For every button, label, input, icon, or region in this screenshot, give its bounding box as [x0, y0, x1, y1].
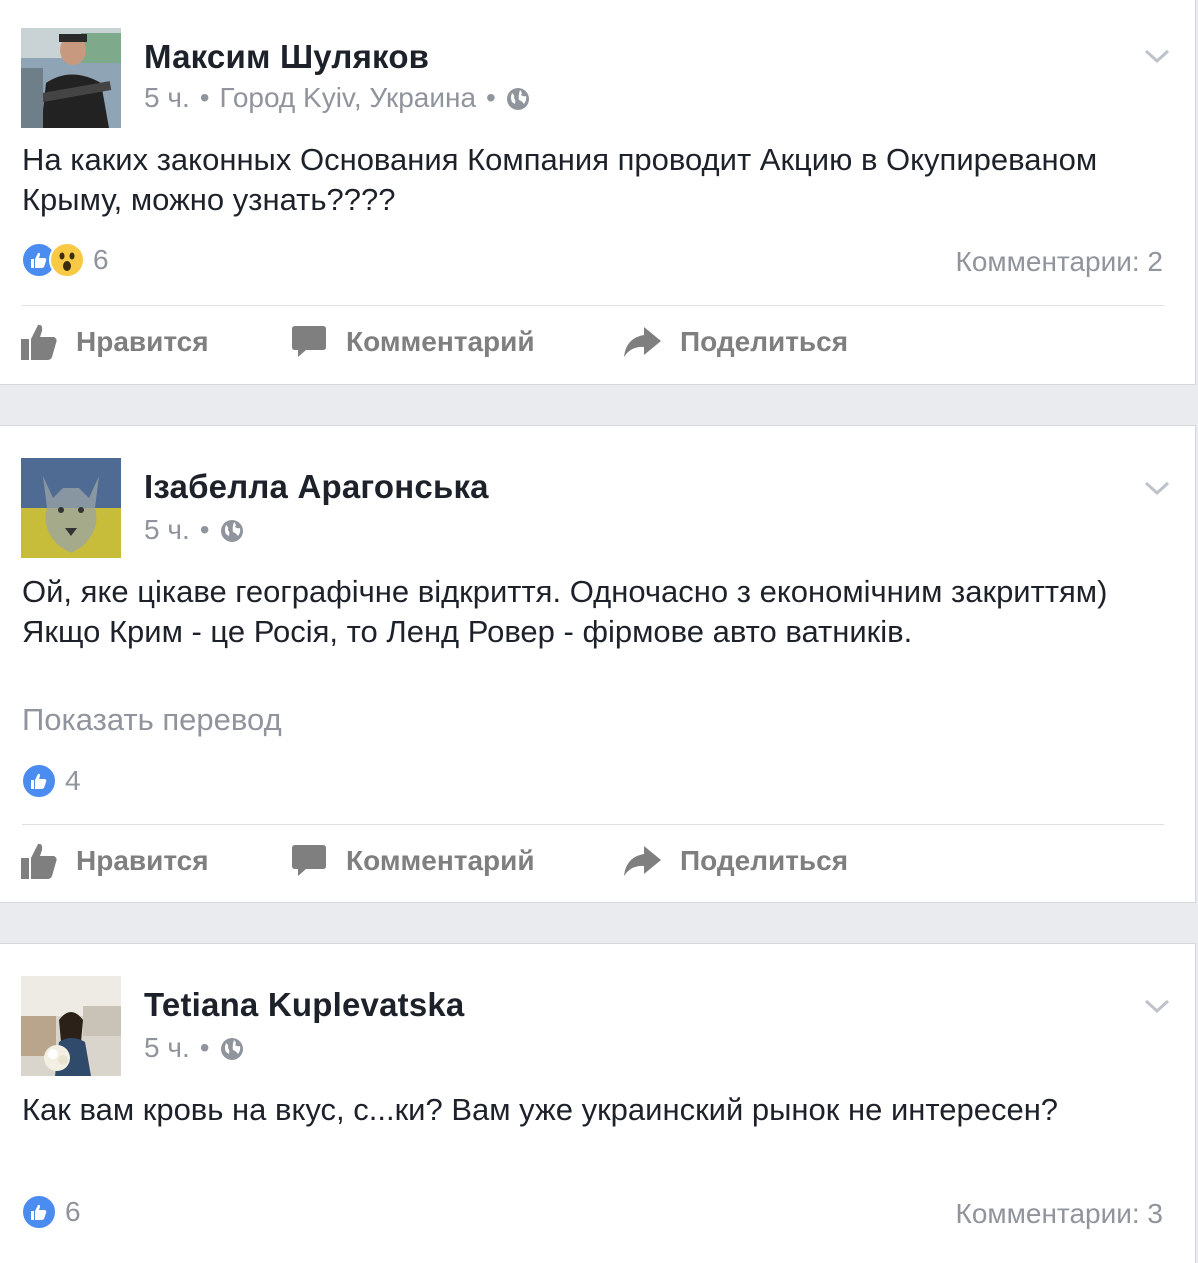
wow-reaction-icon	[49, 242, 85, 278]
show-translation-link[interactable]: Показать перевод	[22, 702, 282, 738]
like-button[interactable]: Нравится	[20, 323, 290, 361]
share-button[interactable]: Поделиться	[622, 842, 848, 880]
share-arrow-icon	[624, 846, 661, 876]
separator: •	[199, 82, 210, 113]
post-text: На каких законных Основания Компания про…	[22, 142, 1098, 217]
reaction-count: 6	[65, 1196, 81, 1227]
timestamp[interactable]: 5 ч.	[144, 1032, 190, 1064]
avatar[interactable]	[21, 458, 121, 558]
reaction-count: 4	[65, 765, 81, 796]
location[interactable]: Город Kyiv, Украина	[220, 82, 476, 114]
chevron-down-icon[interactable]	[1143, 46, 1171, 66]
post-card: Максим Шуляков 5 ч. • Город Kyiv, Украин…	[0, 0, 1196, 385]
share-button[interactable]: Поделиться	[622, 323, 848, 361]
reaction-count: 6	[93, 244, 109, 275]
speech-bubble-icon	[292, 326, 326, 357]
timestamp[interactable]: 5 ч.	[144, 514, 190, 546]
action-bar: Нравится Комментарий Поделиться	[20, 323, 848, 361]
comment-label: Комментарий	[346, 326, 535, 357]
like-button[interactable]: Нравится	[20, 842, 290, 880]
like-label: Нравится	[76, 326, 209, 357]
comment-button[interactable]: Комментарий	[290, 842, 622, 880]
comments-count[interactable]: Комментарии: 2	[956, 246, 1163, 278]
reactions-summary[interactable]: 6	[21, 242, 109, 278]
chevron-down-icon[interactable]	[1143, 996, 1171, 1016]
reactions-summary[interactable]: 6	[21, 1194, 81, 1230]
share-label: Поделиться	[680, 326, 849, 357]
timestamp[interactable]: 5 ч.	[144, 82, 190, 114]
avatar[interactable]	[21, 28, 121, 128]
post-card: Tetiana Kuplevatska 5 ч. • Как вам кровь…	[0, 943, 1196, 1263]
separator: •	[486, 82, 496, 113]
post-text: Как вам кровь на вкус, с...ки? Вам уже у…	[22, 1092, 1059, 1127]
post-meta: 5 ч. • Город Kyiv, Украина •	[144, 82, 530, 114]
globe-icon	[220, 1036, 244, 1060]
post-card: Ізабелла Арагонська 5 ч. • Ой, яке цікав…	[0, 425, 1196, 903]
divider	[22, 824, 1164, 825]
globe-icon	[220, 518, 244, 542]
comments-count[interactable]: Комментарии: 3	[956, 1198, 1163, 1230]
post-meta: 5 ч. •	[144, 514, 244, 546]
divider	[22, 305, 1164, 306]
separator: •	[199, 1032, 210, 1063]
reactions-summary[interactable]: 4	[21, 763, 81, 799]
separator: •	[199, 514, 210, 545]
author-name[interactable]: Tetiana Kuplevatska	[144, 986, 464, 1024]
action-bar: Нравится Комментарий Поделиться	[20, 842, 848, 880]
chevron-down-icon[interactable]	[1143, 478, 1171, 498]
avatar[interactable]	[21, 976, 121, 1076]
like-reaction-icon	[21, 1194, 57, 1230]
comment-label: Комментарий	[346, 845, 535, 876]
share-arrow-icon	[624, 327, 661, 357]
comment-button[interactable]: Комментарий	[290, 323, 622, 361]
thumbs-up-icon	[21, 843, 57, 879]
speech-bubble-icon	[292, 845, 326, 876]
share-label: Поделиться	[680, 845, 849, 876]
author-name[interactable]: Ізабелла Арагонська	[144, 468, 489, 506]
like-label: Нравится	[76, 845, 209, 876]
like-reaction-icon	[21, 763, 57, 799]
post-meta: 5 ч. •	[144, 1032, 244, 1064]
author-name[interactable]: Максим Шуляков	[144, 38, 429, 76]
post-text: Ой, яке цікаве географічне відкриття. Од…	[22, 574, 1108, 649]
globe-icon	[506, 86, 530, 110]
thumbs-up-icon	[21, 324, 57, 360]
